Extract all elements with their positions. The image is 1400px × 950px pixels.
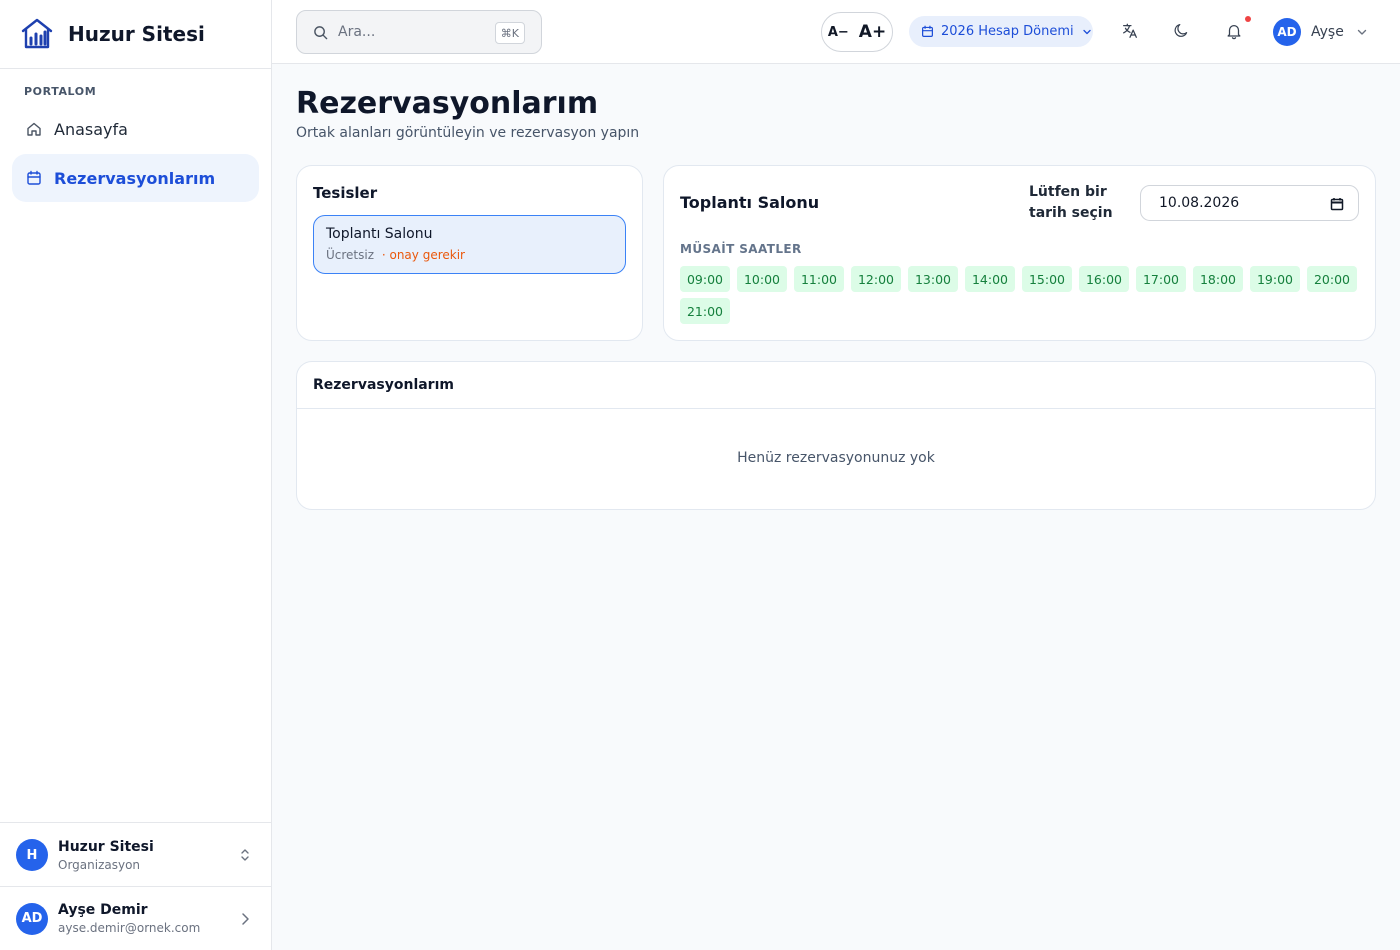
facilities-title: Tesisler	[313, 184, 378, 202]
topbar-user-name: Ayşe	[1311, 24, 1344, 40]
topbar-user-menu[interactable]: AD Ayşe	[1273, 18, 1368, 46]
chevron-down-icon	[1356, 26, 1368, 38]
time-slot[interactable]: 11:00	[794, 266, 844, 292]
brand[interactable]: Huzur Sitesi	[0, 0, 271, 69]
available-slots-label: MÜSAİT SAATLER	[680, 242, 802, 256]
time-slot[interactable]: 18:00	[1193, 266, 1243, 292]
search-placeholder: Ara...	[338, 24, 376, 40]
calendar-icon	[26, 170, 42, 186]
search-shortcut: ⌘K	[494, 22, 525, 44]
sidebar: Huzur Sitesi PORTALOM Anasayfa Rezervasy…	[0, 0, 272, 950]
user-menu[interactable]: AD Ayşe Demir ayse.demir@ornek.com	[0, 886, 271, 950]
font-increase-button[interactable]: A+	[859, 22, 886, 42]
facility-name: Toplantı Salonu	[326, 226, 433, 242]
notification-dot	[1245, 16, 1251, 22]
org-switcher[interactable]: H Huzur Sitesi Organizasyon	[0, 822, 271, 887]
time-slot-list: 09:00 10:00 11:00 12:00 13:00 14:00 15:0…	[680, 266, 1370, 324]
bell-icon[interactable]	[1225, 22, 1245, 42]
time-slot[interactable]: 19:00	[1250, 266, 1300, 292]
sidebar-item-label: Anasayfa	[54, 119, 128, 139]
time-slot[interactable]: 16:00	[1079, 266, 1129, 292]
font-decrease-button[interactable]: A−	[828, 25, 849, 40]
sidebar-item-home[interactable]: Anasayfa	[12, 105, 259, 153]
chevron-up-down-icon	[239, 847, 251, 863]
user-avatar: AD	[16, 902, 48, 935]
reservations-title: Rezervasyonlarım	[297, 362, 1375, 409]
search-icon	[313, 25, 328, 40]
font-size-control: A− A+	[821, 12, 893, 52]
calendar-icon	[921, 25, 934, 38]
translate-icon[interactable]	[1121, 22, 1141, 42]
page-title: Rezervasyonlarım	[296, 86, 599, 121]
time-slot[interactable]: 21:00	[680, 298, 730, 324]
time-slot[interactable]: 17:00	[1136, 266, 1186, 292]
org-avatar: H	[16, 839, 48, 871]
time-slot[interactable]: 15:00	[1022, 266, 1072, 292]
facility-price: Ücretsiz	[326, 248, 375, 262]
calendar-icon[interactable]	[1330, 197, 1344, 211]
fiscal-period-label: 2026 Hesap Dönemi	[941, 24, 1074, 39]
org-name: Huzur Sitesi	[58, 838, 154, 855]
sidebar-item-reservations[interactable]: Rezervasyonlarım	[12, 154, 259, 202]
sidebar-item-label: Rezervasyonlarım	[54, 168, 216, 188]
time-slot[interactable]: 20:00	[1307, 266, 1357, 292]
fiscal-period-select[interactable]: 2026 Hesap Dönemi	[909, 16, 1093, 47]
facility-approval: · onay gerekir	[381, 248, 465, 262]
time-slot[interactable]: 14:00	[965, 266, 1015, 292]
date-input[interactable]: 10.08.2026	[1140, 185, 1359, 221]
chevron-right-icon	[239, 911, 251, 927]
topbar-user-avatar: AD	[1273, 18, 1301, 46]
time-slot[interactable]: 13:00	[908, 266, 958, 292]
time-slot[interactable]: 10:00	[737, 266, 787, 292]
date-value: 10.08.2026	[1159, 195, 1240, 211]
chevron-down-icon	[1082, 27, 1092, 37]
topbar: Ara... ⌘K A− A+ 2026 Hesap Dönemi AD Ayş…	[272, 0, 1400, 64]
reservations-empty-state: Henüz rezervasyonunuz yok	[737, 450, 935, 466]
time-slot[interactable]: 09:00	[680, 266, 730, 292]
user-email: ayse.demir@ornek.com	[58, 921, 201, 935]
org-type: Organizasyon	[58, 857, 141, 872]
moon-icon[interactable]	[1173, 22, 1193, 42]
home-icon	[26, 121, 42, 137]
availability-card: Toplantı Salonu Lütfen bir tarih seçin 1…	[663, 165, 1376, 341]
search-input[interactable]: Ara... ⌘K	[296, 10, 542, 54]
user-name: Ayşe Demir	[58, 902, 148, 918]
date-label: Lütfen bir tarih seçin	[1029, 184, 1113, 221]
facility-item[interactable]: Toplantı Salonu Ücretsiz · onay gerekir	[313, 215, 626, 274]
availability-title: Toplantı Salonu	[680, 193, 820, 212]
sidebar-section-label: PORTALOM	[24, 85, 97, 98]
reservations-card: Rezervasyonlarım Henüz rezervasyonunuz y…	[296, 361, 1376, 510]
building-chart-icon	[20, 17, 54, 51]
brand-name: Huzur Sitesi	[68, 22, 205, 46]
facilities-card: Tesisler Toplantı Salonu Ücretsiz · onay…	[296, 165, 643, 341]
page-subtitle: Ortak alanları görüntüleyin ve rezervasy…	[296, 125, 640, 141]
time-slot[interactable]: 12:00	[851, 266, 901, 292]
